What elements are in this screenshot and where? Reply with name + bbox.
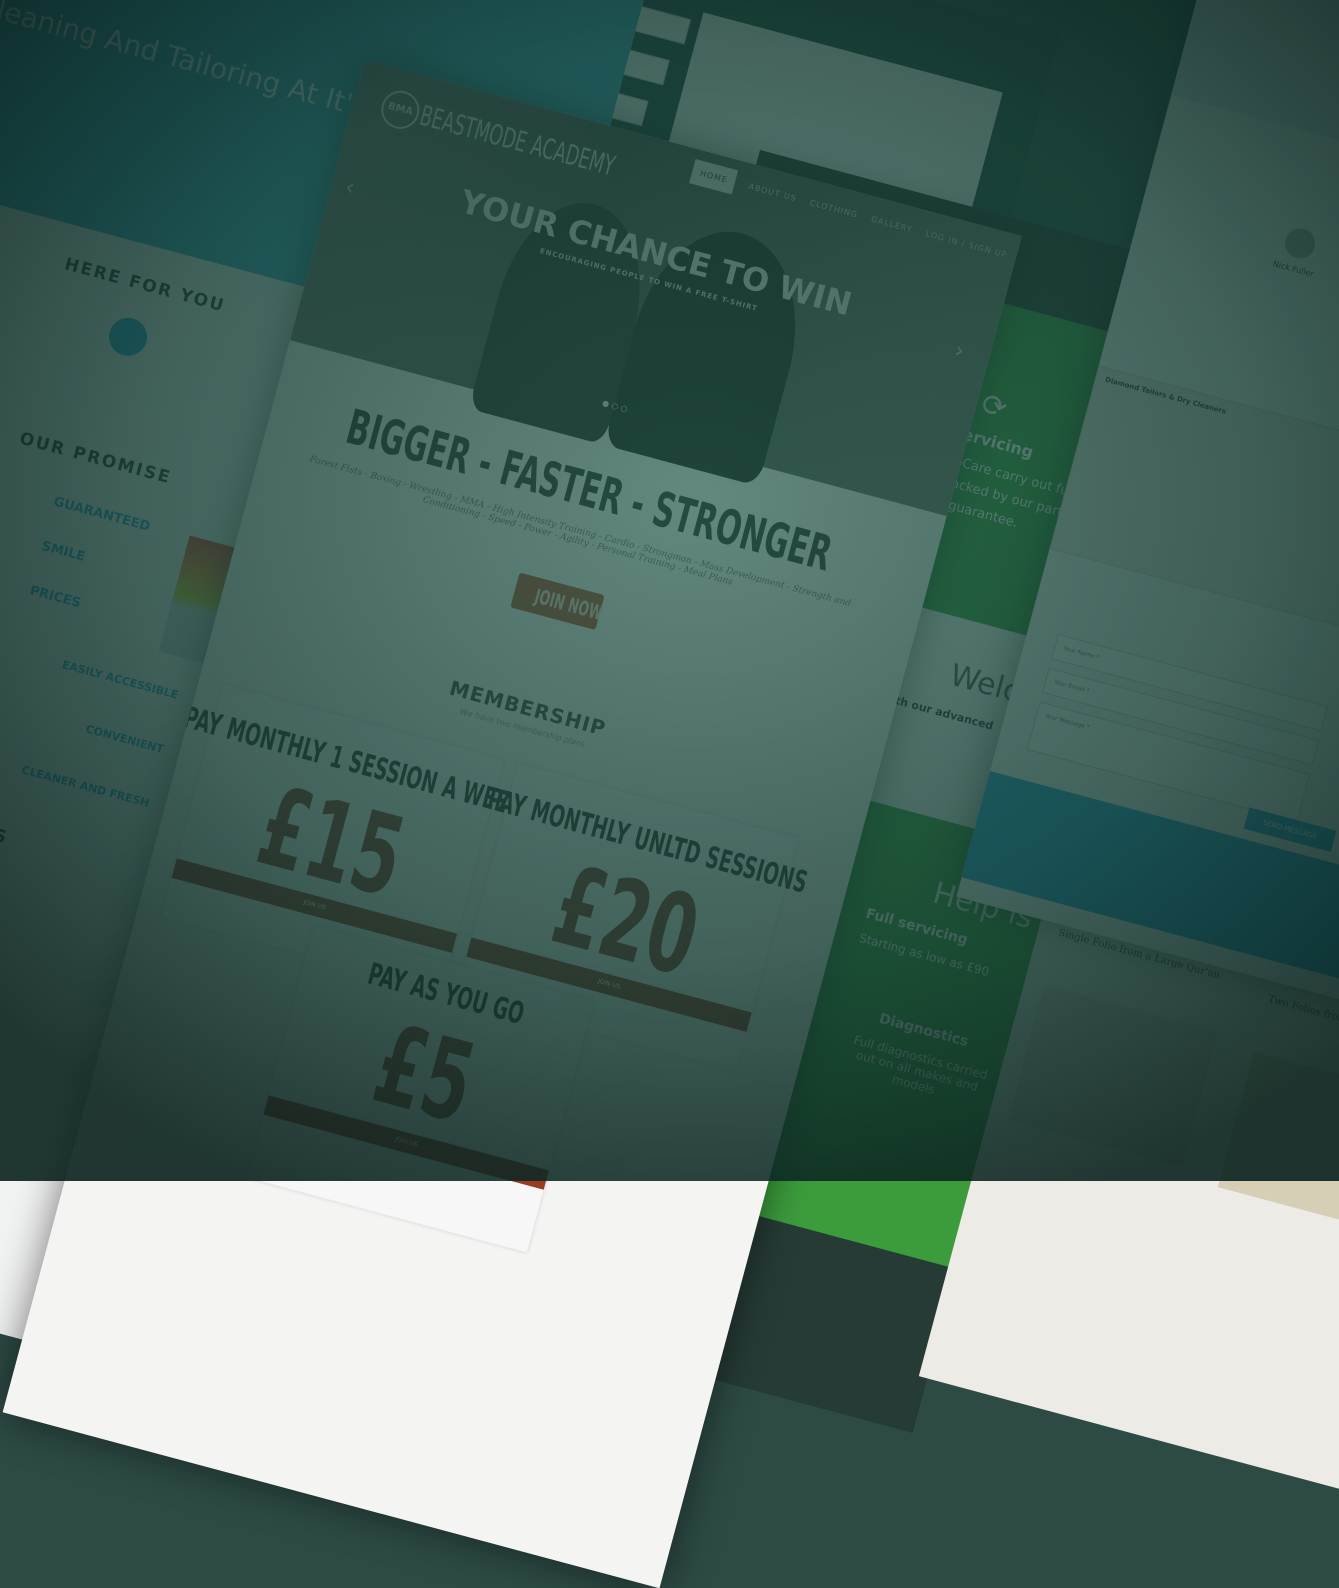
nav-gallery[interactable]: GALLERY bbox=[870, 215, 913, 235]
top-photo bbox=[1171, 0, 1339, 220]
folio-image bbox=[1008, 985, 1219, 1168]
nav-clothing[interactable]: CLOTHING bbox=[809, 198, 859, 220]
section-title: HERE FOR YOU bbox=[62, 254, 228, 317]
join-now-button[interactable]: JOIN NOW bbox=[531, 578, 607, 631]
refresh-icon: ⟳ bbox=[977, 386, 1011, 427]
service-text: Full diagnostics carried out on all make… bbox=[852, 1032, 990, 1097]
folio-image bbox=[1217, 1051, 1339, 1239]
reviewer-name: Nick Fuller bbox=[1272, 259, 1315, 279]
nav-about[interactable]: ABOUT US bbox=[748, 182, 798, 203]
folio-caption: Two Folios from the 'Blue Qur'an' bbox=[1266, 993, 1339, 1049]
section-title: OUR PROMISE bbox=[17, 428, 174, 489]
reviewer-avatar bbox=[1281, 224, 1319, 262]
service-icon bbox=[104, 313, 152, 361]
map[interactable] bbox=[1049, 365, 1339, 658]
